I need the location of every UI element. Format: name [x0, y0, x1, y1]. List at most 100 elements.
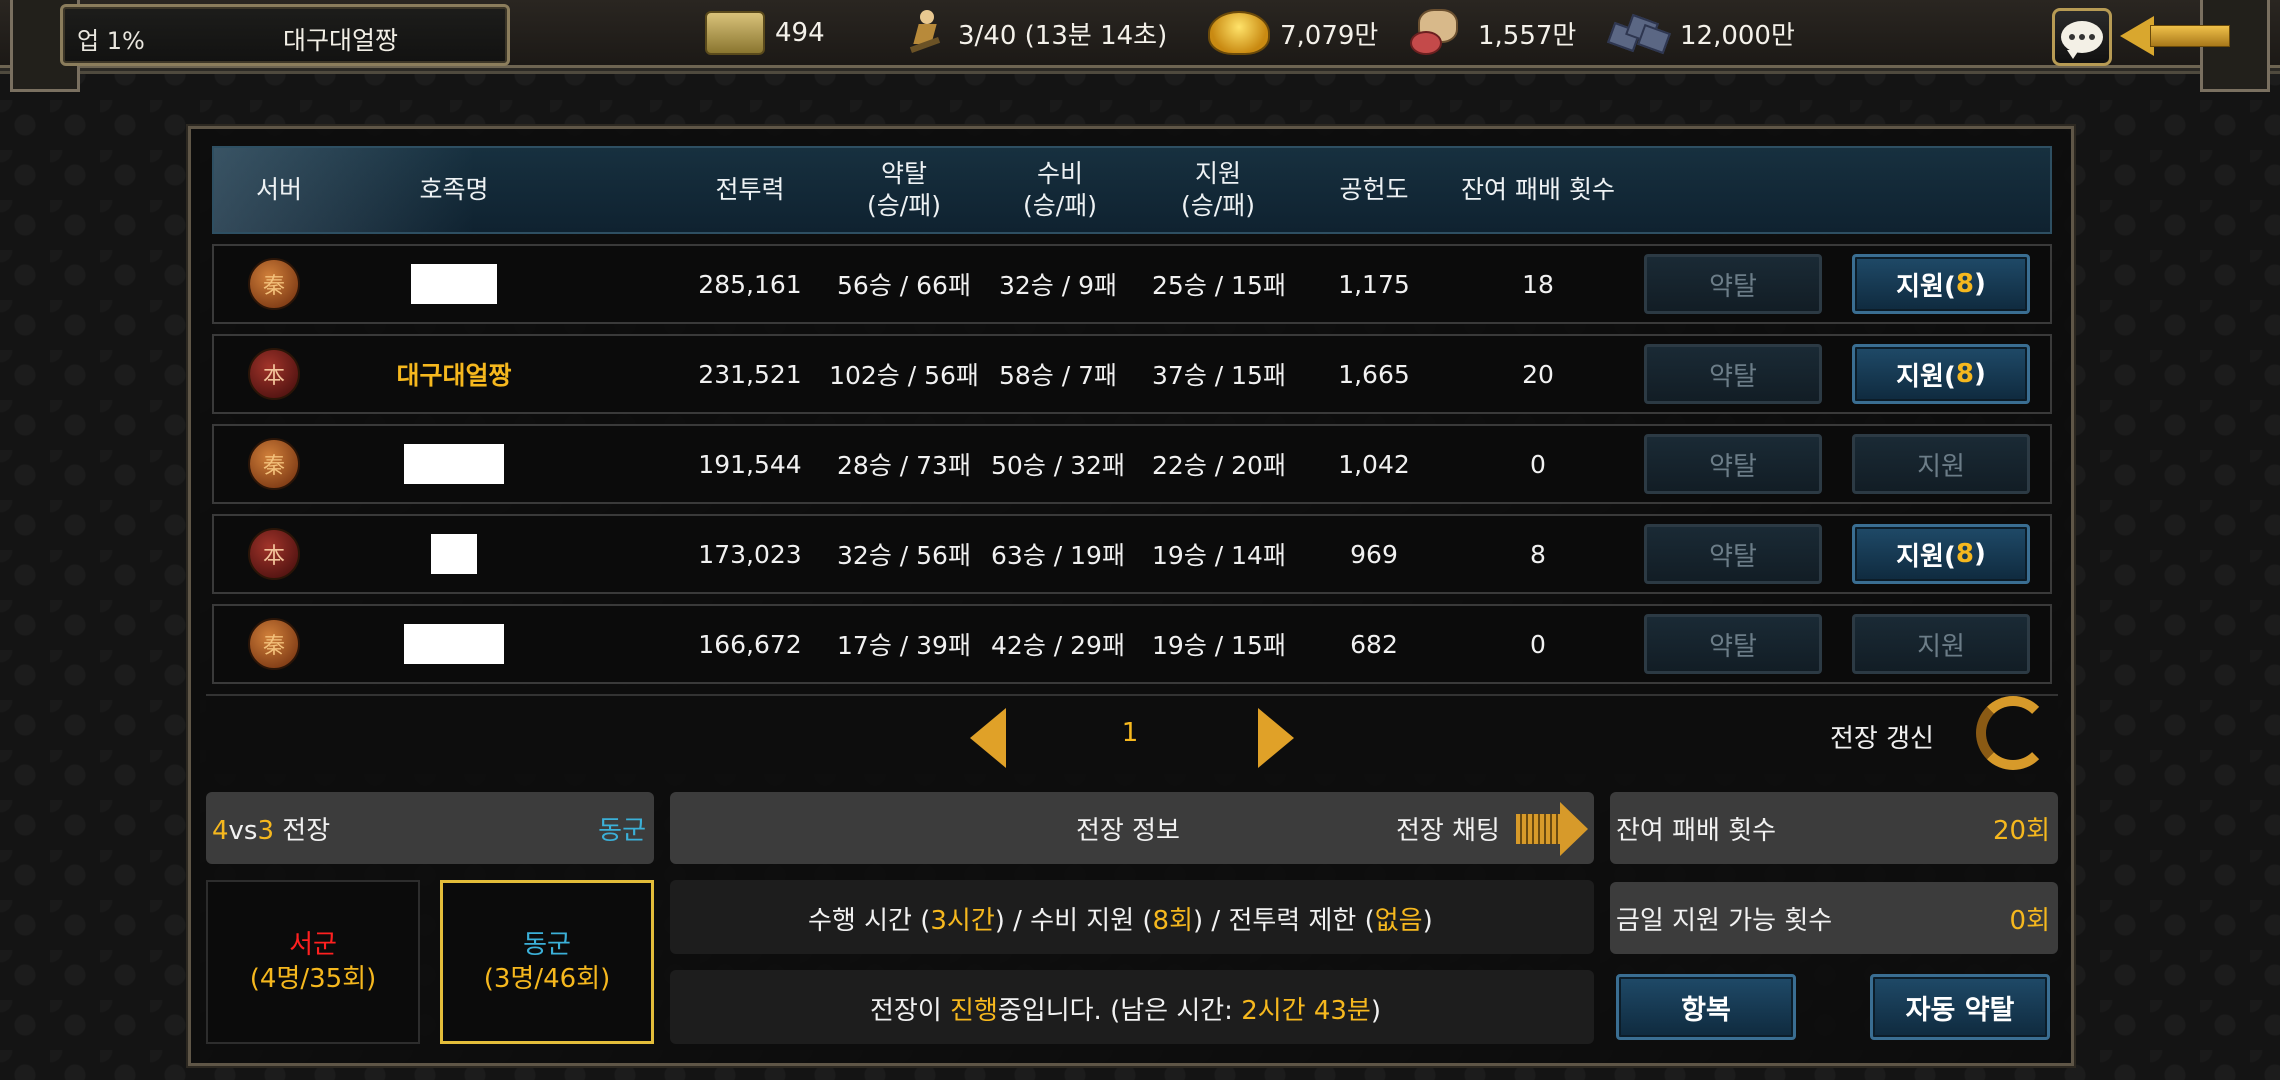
table-header: 서버 호족명 전투력 약탈 (승/패) 수비 (승/패) 지원 (승/패) 공헌…	[212, 146, 2052, 234]
col-clan: 호족명	[419, 175, 489, 204]
support-button[interactable]: 지원(8)	[1852, 524, 2030, 584]
plunder-button[interactable]: 약탈	[1644, 524, 1822, 584]
contribution-value: 1,175	[1338, 269, 1410, 299]
status-text: 전장이	[870, 996, 951, 1026]
col-server: 서버	[255, 175, 302, 204]
resource-value: 1,557만	[1478, 20, 1577, 51]
support-button[interactable]: 지원	[1852, 434, 2030, 494]
server-badge-icon: 本	[248, 348, 300, 400]
status-text: 중입니다. (남은 시간:	[997, 996, 1242, 1026]
west-members: 4명	[259, 964, 301, 994]
power-value: 285,161	[698, 269, 802, 299]
contribution-value: 1,665	[1338, 359, 1410, 389]
east-army-stats: (3명/46회)	[484, 962, 611, 996]
battle-status: 전장이 진행중입니다. (남은 시간: 2시간 43분)	[870, 990, 1381, 1027]
plunder-record: 56승 / 66패	[837, 271, 971, 300]
west-army-box[interactable]: 서군 (4명/35회)	[206, 880, 420, 1044]
chat-bubble-icon	[2061, 21, 2103, 59]
back-arrow-button[interactable]	[2120, 16, 2232, 56]
west-army-name: 서군	[289, 930, 337, 960]
support-record: 25승 / 15패	[1152, 271, 1286, 300]
col-power: 전투력	[715, 175, 785, 204]
food-icon	[1410, 9, 1468, 57]
plunder-button[interactable]: 약탈	[1644, 614, 1822, 674]
contribution-value: 1,042	[1338, 449, 1410, 479]
plunder-button[interactable]: 약탈	[1644, 344, 1822, 404]
status-remaining-time: 2시간 43분	[1241, 996, 1371, 1026]
power-value: 231,521	[698, 359, 802, 389]
east-paren-open: (	[483, 964, 494, 994]
status-text: )	[1370, 996, 1382, 1026]
rules-duration: 3시간	[930, 906, 995, 936]
support-button-paren: )	[1973, 359, 1986, 389]
support-today-box: 금일 지원 가능 횟수 0회	[1610, 882, 2058, 954]
battle-chat-arrow-icon[interactable]	[1516, 802, 1588, 856]
clan-name	[394, 606, 514, 682]
support-button-count: 8	[1955, 359, 1974, 389]
prev-page-arrow-icon[interactable]	[970, 708, 1006, 768]
power-value: 166,672	[698, 629, 802, 659]
server-badge-icon: 本	[248, 528, 300, 580]
east-army-box[interactable]: 동군 (3명/46회)	[440, 880, 654, 1044]
clan-name-redacted	[411, 264, 497, 304]
east-paren-close: )	[600, 964, 611, 994]
plunder-record: 102승 / 56패	[829, 361, 979, 390]
east-members: 3명	[493, 964, 535, 994]
remaining-defeats-label: 잔여 패배 횟수	[1616, 816, 1777, 846]
plunder-button[interactable]: 약탈	[1644, 254, 1822, 314]
server-badge-icon: 秦	[248, 438, 300, 490]
defense-record: 58승 / 7패	[998, 361, 1118, 390]
table-row: 本 대구대얼짱 231,521 102승 / 56패 58승 / 7패 37승 …	[212, 334, 2052, 414]
refresh-label[interactable]: 전장 갱신	[1830, 718, 1934, 755]
alliance-info[interactable]: 업 1% 대구대얼짱	[60, 4, 510, 66]
my-side: 동군	[598, 816, 646, 846]
west-slash: /	[300, 964, 310, 994]
support-record: 37승 / 15패	[1152, 361, 1286, 390]
remaining-defeats-value: 20	[1522, 359, 1554, 389]
remaining-defeats-box: 잔여 패배 횟수 20회	[1610, 792, 2058, 864]
rules-limit: 없음	[1374, 906, 1423, 936]
battle-chat-label[interactable]: 전장 채팅	[1396, 810, 1500, 847]
east-count: 46회	[543, 964, 601, 994]
next-page-arrow-icon[interactable]	[1258, 708, 1294, 768]
resource-iron: 12,000만	[1607, 10, 1795, 56]
west-count: 35회	[309, 964, 367, 994]
battle-info-label[interactable]: 전장 정보	[1076, 810, 1180, 847]
power-value: 191,544	[698, 449, 802, 479]
refresh-icon[interactable]	[1976, 696, 2050, 770]
clan-name: 대구대얼짱	[396, 361, 512, 390]
battle-rules-box: 수행 시간 (3시간) / 수비 지원 (8회) / 전투력 제한 (없음)	[670, 880, 1594, 954]
plunder-record: 28승 / 73패	[837, 451, 971, 480]
plunder-button[interactable]: 약탈	[1644, 434, 1822, 494]
col-support-title: 지원	[1194, 159, 1241, 188]
support-button[interactable]: 지원(8)	[1852, 254, 2030, 314]
remaining-defeats-value: 0	[1530, 449, 1546, 479]
col-defense-title: 수비	[1036, 159, 1083, 188]
support-today-count: 0회	[2009, 906, 2050, 936]
support-record: 19승 / 14패	[1152, 541, 1286, 570]
defense-record: 32승 / 9패	[998, 271, 1118, 300]
chat-button[interactable]	[2052, 8, 2112, 66]
table-row: 秦 191,544 28승 / 73패 50승 / 32패 22승 / 20패 …	[212, 424, 2052, 504]
support-button-label: 지원(	[1896, 271, 1956, 302]
support-button[interactable]: 지원	[1852, 614, 2030, 674]
table-row: 本 173,023 32승 / 56패 63승 / 19패 19승 / 14패 …	[212, 514, 2052, 594]
col-remaining-defeats: 잔여 패배 횟수	[1461, 175, 1615, 204]
resource-value: 494	[775, 18, 825, 48]
alliance-name: 대구대얼짱	[283, 26, 399, 55]
col-support-sub: (승/패)	[1181, 191, 1255, 220]
remaining-defeats-count: 20회	[1992, 816, 2050, 846]
support-record: 22승 / 20패	[1152, 451, 1286, 480]
resource-value: 7,079만	[1280, 20, 1379, 51]
contribution-value: 969	[1350, 539, 1398, 569]
battle-rules: 수행 시간 (3시간) / 수비 지원 (8회) / 전투력 제한 (없음)	[808, 900, 1433, 937]
support-button[interactable]: 지원(8)	[1852, 344, 2030, 404]
surrender-button[interactable]: 항복	[1616, 974, 1796, 1040]
status-state: 진행	[950, 996, 998, 1026]
defense-record: 42승 / 29패	[991, 631, 1125, 660]
auto-plunder-button[interactable]: 자동 약탈	[1870, 974, 2050, 1040]
iron-ore-icon	[1607, 12, 1671, 55]
clan-name-redacted	[431, 534, 477, 574]
col-plunder: 약탈 (승/패)	[844, 158, 964, 222]
support-button-paren: )	[1973, 539, 1986, 569]
